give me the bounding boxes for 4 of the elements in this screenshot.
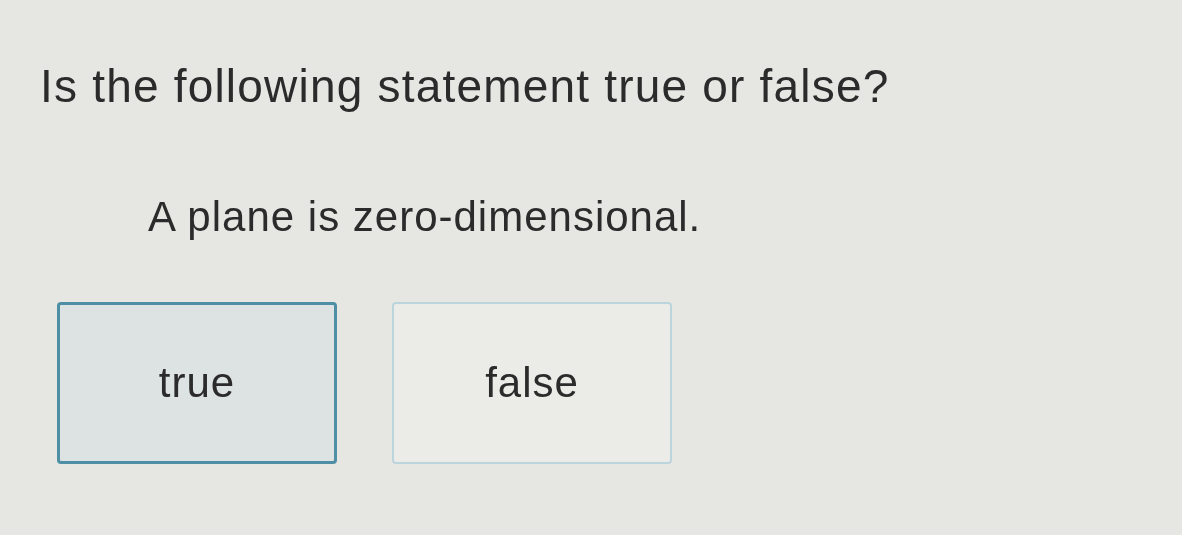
- answer-option[interactable]: true: [57, 302, 337, 464]
- answer-option[interactable]: false: [392, 302, 672, 464]
- question-text: Is the following statement true or false?: [40, 59, 891, 114]
- statement-text: A plane is zero-dimensional.: [148, 192, 703, 242]
